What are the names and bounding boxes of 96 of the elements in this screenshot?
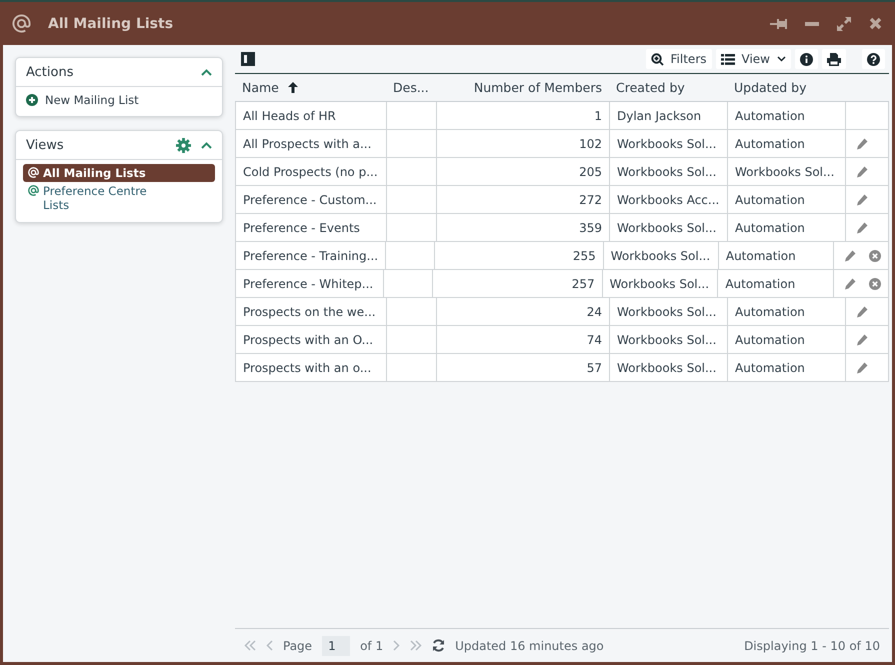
- sort-arrow-icon: [288, 82, 298, 93]
- table-cell: 1: [436, 102, 609, 129]
- table-cell: Prospects on the we...: [235, 298, 386, 325]
- table-cell: 24: [436, 298, 609, 325]
- plus-circle-icon: [26, 94, 38, 106]
- table-cell: Automation: [718, 242, 833, 269]
- pencil-icon[interactable]: [844, 250, 856, 262]
- table-cell: Workbooks Sol...: [609, 214, 727, 241]
- column-header[interactable]: Name: [235, 80, 386, 95]
- table-cell: Workbooks Sol...: [602, 270, 718, 297]
- table-cell: Workbooks Sol...: [609, 298, 727, 325]
- table-cell: Automation: [717, 270, 833, 297]
- first-page-icon[interactable]: [244, 640, 256, 651]
- table-cell: All Heads of HR: [235, 102, 386, 129]
- table-cell: Preference - Training...: [235, 242, 386, 269]
- table-cell: 272: [436, 186, 609, 213]
- table-cell: Prospects with an O...: [235, 326, 386, 353]
- page-count: of 1: [360, 638, 384, 652]
- table-cell: Workbooks Sol...: [609, 158, 727, 185]
- panel-title: Actions: [26, 64, 74, 80]
- pencil-icon[interactable]: [856, 166, 868, 178]
- remove-icon[interactable]: [869, 278, 881, 290]
- table-cell: Dylan Jackson: [609, 102, 727, 129]
- page-input[interactable]: 1: [322, 636, 350, 656]
- caret-icon: [777, 56, 786, 62]
- table-cell: Workbooks Sol...: [609, 326, 727, 353]
- collapse-icon[interactable]: [201, 68, 212, 76]
- pencil-icon[interactable]: [856, 138, 868, 150]
- close-icon[interactable]: [869, 17, 882, 30]
- table-cell: 205: [436, 158, 609, 185]
- table-cell: Workbooks Sol...: [609, 130, 727, 157]
- pencil-icon[interactable]: [856, 306, 868, 318]
- previous-page-icon[interactable]: [266, 640, 273, 651]
- info-button[interactable]: [795, 49, 818, 69]
- view-item[interactable]: All Mailing Lists: [23, 164, 215, 182]
- new-mailing-list-link[interactable]: New Mailing List: [26, 93, 212, 107]
- table-cell: 102: [436, 130, 609, 157]
- table-cell: Preference - Whitep...: [235, 270, 383, 297]
- table-cell: Preference - Custom...: [235, 186, 386, 213]
- panel-toggle-icon[interactable]: [241, 52, 255, 66]
- remove-icon[interactable]: [869, 250, 881, 262]
- pencil-icon[interactable]: [844, 278, 856, 290]
- table-cell: 57: [436, 354, 609, 381]
- list-icon: [720, 54, 735, 64]
- at-sign-icon: [28, 167, 39, 178]
- column-header[interactable]: Number of Members: [436, 80, 609, 95]
- page-label: Page: [283, 638, 312, 652]
- table-cell: Workbooks Sol...: [602, 242, 718, 269]
- table-cell: 74: [436, 326, 609, 353]
- table-cell: Workbooks Sol...: [727, 158, 845, 185]
- collapse-icon[interactable]: [201, 142, 212, 148]
- table-cell: Automation: [727, 326, 845, 353]
- pencil-icon[interactable]: [856, 222, 868, 234]
- table-cell: Automation: [727, 102, 845, 129]
- column-header[interactable]: Des...: [386, 80, 436, 95]
- print-button[interactable]: [822, 49, 846, 69]
- table-cell: Prospects with an o...: [235, 354, 386, 381]
- table-cell: 257: [432, 270, 602, 297]
- info-icon: [800, 52, 813, 66]
- next-page-icon[interactable]: [393, 640, 400, 651]
- pin-icon[interactable]: [770, 18, 788, 30]
- panel-title: Views: [26, 138, 65, 152]
- table-cell: Cold Prospects (no p...: [235, 158, 386, 185]
- view-item[interactable]: Preference Centre Lists: [23, 182, 215, 214]
- column-header[interactable]: Created by: [609, 80, 727, 95]
- settings-icon[interactable]: [176, 138, 191, 152]
- table-cell: Workbooks Sol...: [609, 354, 727, 381]
- pencil-icon[interactable]: [856, 362, 868, 374]
- column-header[interactable]: Updated by: [727, 80, 845, 95]
- window-title: All Mailing Lists: [48, 16, 174, 32]
- view-button[interactable]: View: [716, 49, 791, 69]
- table-cell: Automation: [727, 130, 845, 157]
- search-icon: [650, 52, 664, 66]
- table-cell: Preference - Events: [235, 214, 386, 241]
- maximize-icon[interactable]: [836, 16, 852, 32]
- pencil-icon[interactable]: [856, 194, 868, 206]
- table-cell: All Prospects with a...: [235, 130, 386, 157]
- table-cell: Automation: [727, 214, 845, 241]
- pencil-icon[interactable]: [856, 334, 868, 346]
- printer-icon: [827, 52, 841, 66]
- table-cell: Automation: [727, 186, 845, 213]
- displaying-text: Displaying 1 - 10 of 10: [744, 638, 880, 652]
- at-sign-icon: [28, 185, 39, 196]
- refresh-icon[interactable]: [432, 639, 446, 652]
- table-cell: Automation: [727, 354, 845, 381]
- table-cell: 255: [434, 242, 603, 269]
- help-button[interactable]: [862, 49, 885, 69]
- last-page-icon[interactable]: [410, 640, 422, 651]
- filters-button[interactable]: Filters: [646, 49, 712, 69]
- table-cell: 359: [436, 214, 609, 241]
- table-cell: Workbooks Acc...: [609, 186, 727, 213]
- at-sign-icon: [12, 14, 31, 33]
- table-cell: Automation: [727, 298, 845, 325]
- minimize-icon[interactable]: [805, 22, 819, 26]
- help-icon: [867, 52, 880, 66]
- updated-text: Updated 16 minutes ago: [455, 638, 604, 652]
